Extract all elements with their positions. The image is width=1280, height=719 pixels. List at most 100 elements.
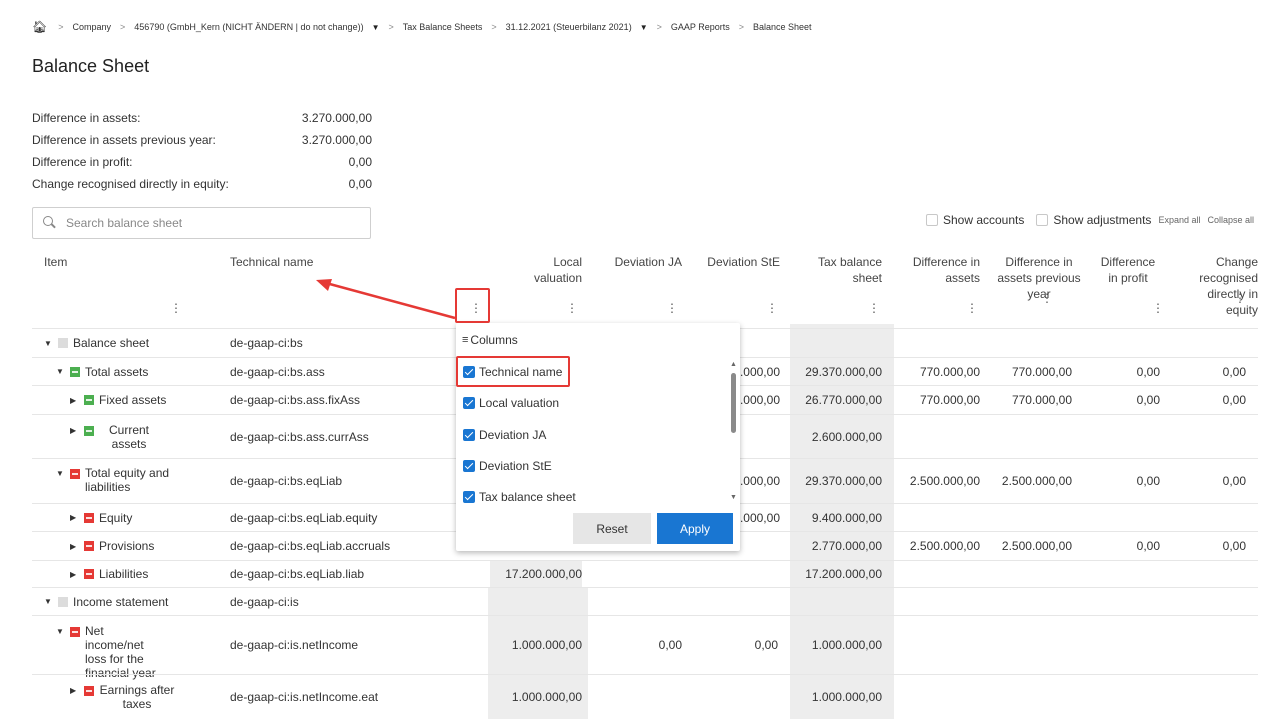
show-accounts-label: Show accounts [942,213,1025,227]
kebab-menu-icon[interactable]: ⋮ [666,300,678,316]
expand-toggle-icon[interactable]: ▶ [70,396,78,405]
deviation-ja-cell: 0,00 [658,638,682,652]
home-icon[interactable]: 🏠︎ [32,20,47,34]
column-header-difference-in-assets-previous-year[interactable]: Difference in assets previous year ⋮ [992,250,1082,324]
deviation-ste-cell: 0,00 [754,638,778,652]
expand-toggle-icon[interactable]: ▶ [70,686,78,695]
kebab-menu-icon[interactable]: ⋮ [966,300,978,316]
expand-toggle-icon[interactable]: ▼ [56,627,64,636]
caret-down-icon[interactable]: ▼ [640,23,648,32]
column-option-deviation-ste[interactable]: Deviation StE [463,456,552,476]
kebab-menu-icon[interactable]: ⋮ [766,300,778,316]
item-label: Balance sheet [73,336,150,350]
item-label: Equity [99,510,133,525]
column-header-technical-name[interactable]: Technical name ⋮ [230,250,482,324]
technical-name-cell: de-gaap-ci:bs [230,336,303,350]
scroll-down-icon[interactable]: ▼ [730,494,737,501]
checkbox-checked-icon[interactable] [463,460,475,472]
table-row[interactable]: ▼ Income statement de-gaap-ci:is [32,587,1258,615]
chevron-right-icon: > [491,22,497,32]
technical-name-cell: de-gaap-ci:bs.eqLiab.liab [230,567,365,581]
scrollbar-thumb[interactable] [731,373,736,433]
item-cell: ▼ Income statement [44,588,168,615]
apply-button[interactable]: Apply [657,513,733,544]
column-option-tax-balance-sheet[interactable]: Tax balance sheet [463,487,576,507]
kebab-menu-icon[interactable]: ⋮ [1041,290,1053,306]
summary-label: Difference in assets previous year: [32,133,216,147]
scroll-up-icon[interactable]: ▲ [730,361,737,368]
node-status-icon [84,395,94,405]
tax-balance-cell: 9.400.000,00 [811,510,882,525]
show-adjustments-toggle[interactable]: Show adjustments [1036,213,1151,227]
column-header-tax-balance-sheet[interactable]: Tax balance sheet ⋮ [794,250,886,324]
column-header-label: Technical name [230,255,314,269]
checkbox-checked-icon[interactable] [463,397,475,409]
kebab-menu-icon[interactable]: ⋮ [1152,300,1164,316]
checkbox[interactable] [1036,214,1049,226]
column-header-difference-in-assets[interactable]: Difference in assets ⋮ [892,250,984,324]
column-header-difference-in-profit[interactable]: Difference in profit ⋮ [1092,250,1164,324]
column-header-label: Item [44,255,68,269]
expand-toggle-icon[interactable]: ▼ [44,339,52,348]
kebab-menu-icon[interactable]: ⋮ [170,300,182,316]
column-header-deviation-ja[interactable]: Deviation JA ⋮ [592,250,684,324]
expand-toggle-icon[interactable]: ▶ [70,426,78,435]
breadcrumb-balance-sheet: Balance Sheet [753,22,812,32]
chevron-right-icon: > [738,22,745,32]
tax-balance-cell: 17.200.000,00 [805,567,882,581]
breadcrumb-company[interactable]: Company [73,22,112,32]
search-input[interactable]: Search balance sheet [32,207,371,239]
expand-all-link[interactable]: Expand all [1158,215,1200,225]
node-status-icon [84,512,94,523]
change-in-equity-cell: 0,00 [1222,393,1246,407]
table-row[interactable]: ▶ Earnings after taxes de-gaap-ci:is.netI… [32,674,1258,719]
breadcrumb-period[interactable]: 31.12.2021 (Steuerbilanz 2021) [506,22,632,32]
breadcrumb: 🏠︎ > Company > 456790 (GmbH_Kern (NICHT … [32,20,812,34]
kebab-menu-icon[interactable]: ⋮ [868,300,880,316]
summary-label: Difference in profit: [32,155,133,169]
technical-name-cell: de-gaap-ci:bs.eqLiab [230,474,343,488]
item-cell: ▶ Earnings after taxes [70,675,175,719]
expand-toggle-icon[interactable]: ▼ [56,367,64,376]
breadcrumb-tax-balance-sheets[interactable]: Tax Balance Sheets [403,22,483,32]
expand-toggle-icon[interactable]: ▼ [44,597,52,606]
show-accounts-toggle[interactable]: Show accounts [925,213,1025,227]
column-header-local-valuation[interactable]: Local valuation ⋮ [492,250,582,324]
column-option-deviation-ja[interactable]: Deviation JA [463,425,546,445]
table-row[interactable]: ▼ Net income/net loss for the financial y… [32,615,1258,680]
search-icon [43,216,57,230]
table-row[interactable]: ▶ Liabilities de-gaap-ci:bs.eqLiab.liab 1… [32,560,1258,587]
column-option-label: Local valuation [479,396,560,410]
kebab-menu-icon[interactable]: ⋮ [566,300,578,316]
checkbox[interactable] [925,214,938,226]
item-label: Net income/net loss for the financial ye… [85,624,156,680]
node-status-icon [84,426,94,436]
collapse-all-link[interactable]: Collapse all [1207,215,1254,225]
column-header-change-in-equity[interactable]: Change recognised directly in equity ⋮ [1172,250,1258,324]
kebab-menu-icon[interactable]: ⋮ [1234,290,1246,306]
item-label: Provisions [99,539,155,553]
column-option-local-valuation[interactable]: Local valuation [463,393,559,413]
expand-toggle-icon[interactable]: ▼ [56,469,64,478]
caret-down-icon[interactable]: ▼ [372,23,380,32]
expand-toggle-icon[interactable]: ▶ [70,513,78,522]
column-header-deviation-ste[interactable]: Deviation StE ⋮ [692,250,784,324]
checkbox-checked-icon[interactable] [463,491,475,503]
column-header-label: Deviation StE [707,255,780,269]
item-label: Total assets [85,364,149,379]
column-option-label: Deviation StE [479,459,552,473]
column-header-item[interactable]: Item ⋮ [32,250,182,324]
local-valuation-cell: 17.200.000,00 [490,561,582,587]
breadcrumb-company-id[interactable]: 456790 (GmbH_Kern (NICHT ÄNDERN | do not… [134,22,363,32]
item-cell: ▼ Balance sheet [44,329,149,357]
reset-button[interactable]: Reset [573,513,651,544]
difference-in-profit-cell: 0,00 [1136,539,1160,553]
expand-toggle-icon[interactable]: ▶ [70,542,78,551]
breadcrumb-gaap-reports[interactable]: GAAP Reports [671,22,730,32]
node-status-icon [84,686,94,696]
difference-previous-year-cell: 770.000,00 [1011,364,1072,379]
column-header-label: Change recognised directly in equity [1199,255,1258,317]
checkbox-checked-icon[interactable] [463,429,475,441]
expand-toggle-icon[interactable]: ▶ [70,570,78,579]
show-adjustments-label: Show adjustments [1053,213,1152,227]
